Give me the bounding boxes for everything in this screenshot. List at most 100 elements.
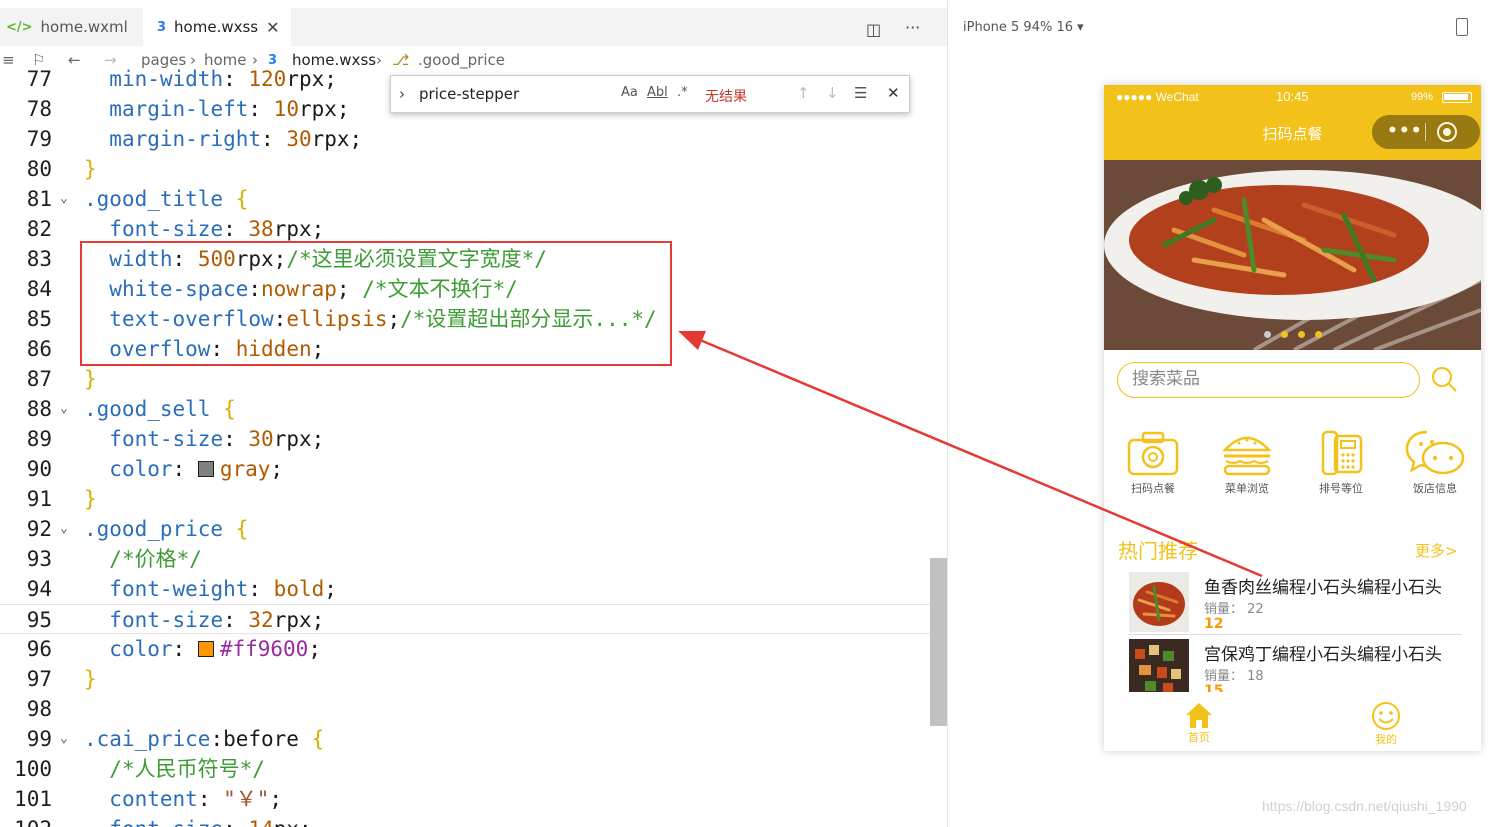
tab-home[interactable]: 首页	[1169, 701, 1229, 745]
find-in-selection-icon[interactable]: ☰	[854, 84, 867, 102]
carousel-dot[interactable]	[1264, 331, 1271, 338]
close-icon[interactable]: ✕	[266, 18, 279, 37]
code-line[interactable]: 97}	[0, 664, 930, 694]
scrollbar-thumb[interactable]	[930, 558, 947, 726]
line-number: 96	[26, 637, 52, 661]
food-name: 宫保鸡丁编程小石头编程小石头	[1204, 645, 1442, 665]
more-icon[interactable]: ···	[905, 18, 920, 37]
carousel-dot[interactable]	[1298, 331, 1305, 338]
code-line[interactable]: 96 color: #ff9600;	[0, 634, 930, 664]
find-result: 无结果	[705, 89, 747, 105]
carrier-text: ●●●●● WeChat	[1116, 90, 1199, 104]
code-line[interactable]: 93 /*价格*/	[0, 544, 930, 574]
code-line[interactable]: 90 color: gray;	[0, 454, 930, 484]
smile-icon	[1372, 702, 1400, 730]
code-line[interactable]: 87}	[0, 364, 930, 394]
code-line[interactable]: 80}	[0, 154, 930, 184]
search-icon[interactable]	[1431, 366, 1458, 393]
search-input[interactable]: 搜索菜品	[1117, 362, 1420, 398]
code-line[interactable]: 99 ⌄ .cai_price:before {	[0, 724, 930, 754]
code-line[interactable]: 100 /*人民币符号*/	[0, 754, 930, 784]
code-text: /*价格*/	[109, 547, 202, 571]
grid-label: 饭店信息	[1413, 482, 1457, 495]
code-text: .good_title {	[84, 187, 249, 211]
carousel-dot[interactable]	[1281, 331, 1288, 338]
tab-label: home.wxml	[40, 18, 128, 36]
code-area[interactable]: 77 min-width: 120rpx; 78 margin-left: 10r…	[0, 64, 930, 827]
match-case-icon[interactable]: Aa	[621, 85, 638, 100]
code-line[interactable]: 95 font-size: 32rpx;	[0, 604, 930, 634]
code-text: color: gray;	[109, 457, 284, 481]
simulator-toolbar: iPhone 5 94% 16 ▾	[948, 8, 1504, 48]
sales-count: 18	[1247, 669, 1264, 684]
editor-tab-bar: </> home.wxml 3 home.wxss ✕ ◫ ···	[0, 8, 947, 46]
banner-image[interactable]	[1104, 160, 1481, 350]
code-line[interactable]: 101 content: "￥";	[0, 784, 930, 814]
list-item[interactable]: 宫保鸡丁编程小石头编程小石头 销量： 18 15	[1129, 637, 1462, 692]
tab-home-wxml[interactable]: </> home.wxml	[0, 8, 140, 46]
chat-icon	[1405, 430, 1465, 475]
device-selector[interactable]: iPhone 5 94% 16 ▾	[963, 20, 1084, 35]
food-price: 12	[1204, 616, 1224, 632]
panel-divider[interactable]	[947, 0, 948, 827]
whole-word-icon[interactable]: Abl	[647, 85, 668, 100]
food-image	[1129, 639, 1189, 692]
tab-profile[interactable]: 我的	[1356, 701, 1416, 747]
fold-chevron-icon[interactable]: ⌄	[60, 514, 68, 544]
sales-label: 销量：	[1204, 669, 1244, 684]
mini-program-capsule[interactable]: •••	[1372, 115, 1480, 149]
device-icon[interactable]	[1456, 18, 1468, 36]
code-text: .good_price {	[84, 517, 249, 541]
regex-icon[interactable]: .*	[677, 85, 688, 100]
split-editor-icon[interactable]: ◫	[866, 20, 881, 39]
arrow-down-icon[interactable]: ↓	[826, 84, 839, 102]
food-name: 鱼香肉丝编程小石头编程小石头	[1204, 578, 1442, 598]
more-icon[interactable]: •••	[1387, 121, 1423, 141]
code-line[interactable]: 89 font-size: 30rpx;	[0, 424, 930, 454]
code-text: /*人民币符号*/	[109, 757, 265, 781]
close-icon[interactable]: ✕	[887, 84, 900, 102]
highlight-box	[80, 241, 672, 366]
grid-label: 扫码点餐	[1131, 482, 1175, 495]
arrow-up-icon[interactable]: ↑	[797, 84, 810, 102]
find-widget[interactable]: › price-stepper Aa Abl .* 无结果 ↑ ↓ ☰ ✕	[390, 75, 910, 113]
tab-label: 首页	[1188, 731, 1210, 744]
code-line[interactable]: 94 font-weight: bold;	[0, 574, 930, 604]
line-number: 85	[26, 307, 52, 331]
find-input[interactable]: price-stepper	[419, 85, 519, 103]
grid-item-queue[interactable]: 排号等位	[1306, 430, 1376, 496]
line-number: 79	[26, 127, 52, 151]
fold-chevron-icon[interactable]: ⌄	[60, 724, 68, 754]
code-line[interactable]: 98	[0, 694, 930, 724]
code-line[interactable]: 82 font-size: 38rpx;	[0, 214, 930, 244]
line-number: 95	[26, 608, 52, 632]
code-editor[interactable]: </> home.wxml 3 home.wxss ✕ ◫ ··· ≡ ⚐ ← …	[0, 0, 947, 827]
code-line[interactable]: 79 margin-right: 30rpx;	[0, 124, 930, 154]
grid-item-restaurant-info[interactable]: 饭店信息	[1400, 430, 1470, 496]
code-text: color: #ff9600;	[109, 637, 321, 661]
fold-chevron-icon[interactable]: ⌄	[60, 184, 68, 214]
carousel-dot[interactable]	[1315, 331, 1322, 338]
code-line[interactable]: 102 font-size: 14px;	[0, 814, 930, 827]
tab-label: home.wxss	[174, 18, 259, 36]
clock-text: 10:45	[1276, 89, 1309, 104]
chevron-right-icon[interactable]: ›	[399, 85, 405, 103]
grid-item-scan-order[interactable]: 扫码点餐	[1118, 430, 1188, 496]
line-number: 99	[26, 727, 52, 751]
code-text: .good_sell {	[84, 397, 236, 421]
code-line[interactable]: 91}	[0, 484, 930, 514]
list-item[interactable]: 鱼香肉丝编程小石头编程小石头 销量： 22 12	[1129, 570, 1462, 632]
code-line[interactable]: 81 ⌄ .good_title {	[0, 184, 930, 214]
tab-home-wxss[interactable]: 3 home.wxss ✕	[143, 8, 291, 46]
fold-chevron-icon[interactable]: ⌄	[60, 394, 68, 424]
grid-item-menu[interactable]: 菜单浏览	[1212, 430, 1282, 496]
line-number: 84	[26, 277, 52, 301]
line-number: 91	[26, 487, 52, 511]
line-number: 93	[26, 547, 52, 571]
code-line[interactable]: 92 ⌄ .good_price {	[0, 514, 930, 544]
code-text: }	[84, 487, 97, 511]
close-program-icon[interactable]	[1437, 122, 1457, 142]
more-link[interactable]: 更多>	[1415, 540, 1458, 561]
battery-text: 99%	[1411, 91, 1434, 103]
code-line[interactable]: 88 ⌄ .good_sell {	[0, 394, 930, 424]
